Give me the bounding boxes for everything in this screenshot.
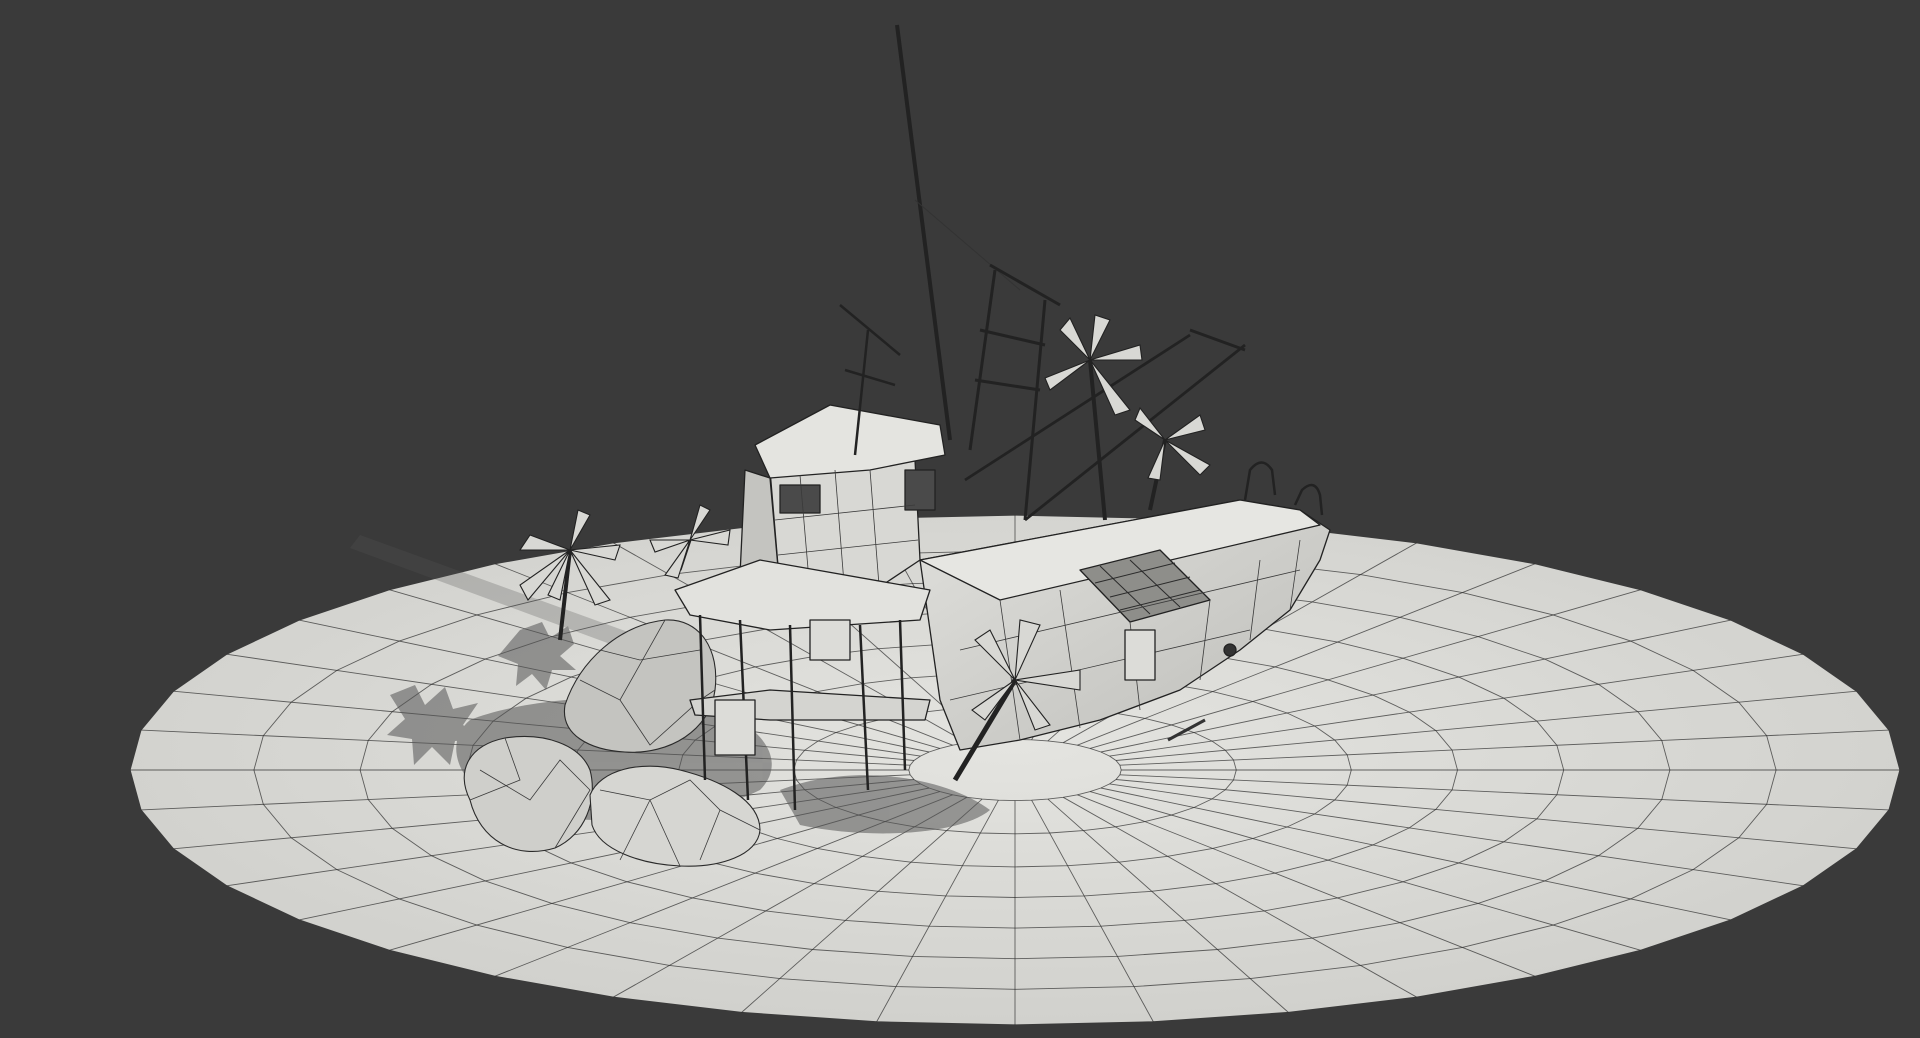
wheelhouse-window	[779, 484, 821, 514]
viewport-render	[129, 24, 1901, 1026]
3d-viewport[interactable]	[0, 0, 1920, 1038]
boat-propeller	[1223, 643, 1237, 657]
wheelhouse-window-side	[904, 469, 936, 511]
main-mast	[895, 24, 952, 441]
cargo-frame	[968, 263, 1061, 521]
palm-tree-right	[1134, 406, 1211, 511]
wheelhouse-roof	[754, 404, 946, 479]
